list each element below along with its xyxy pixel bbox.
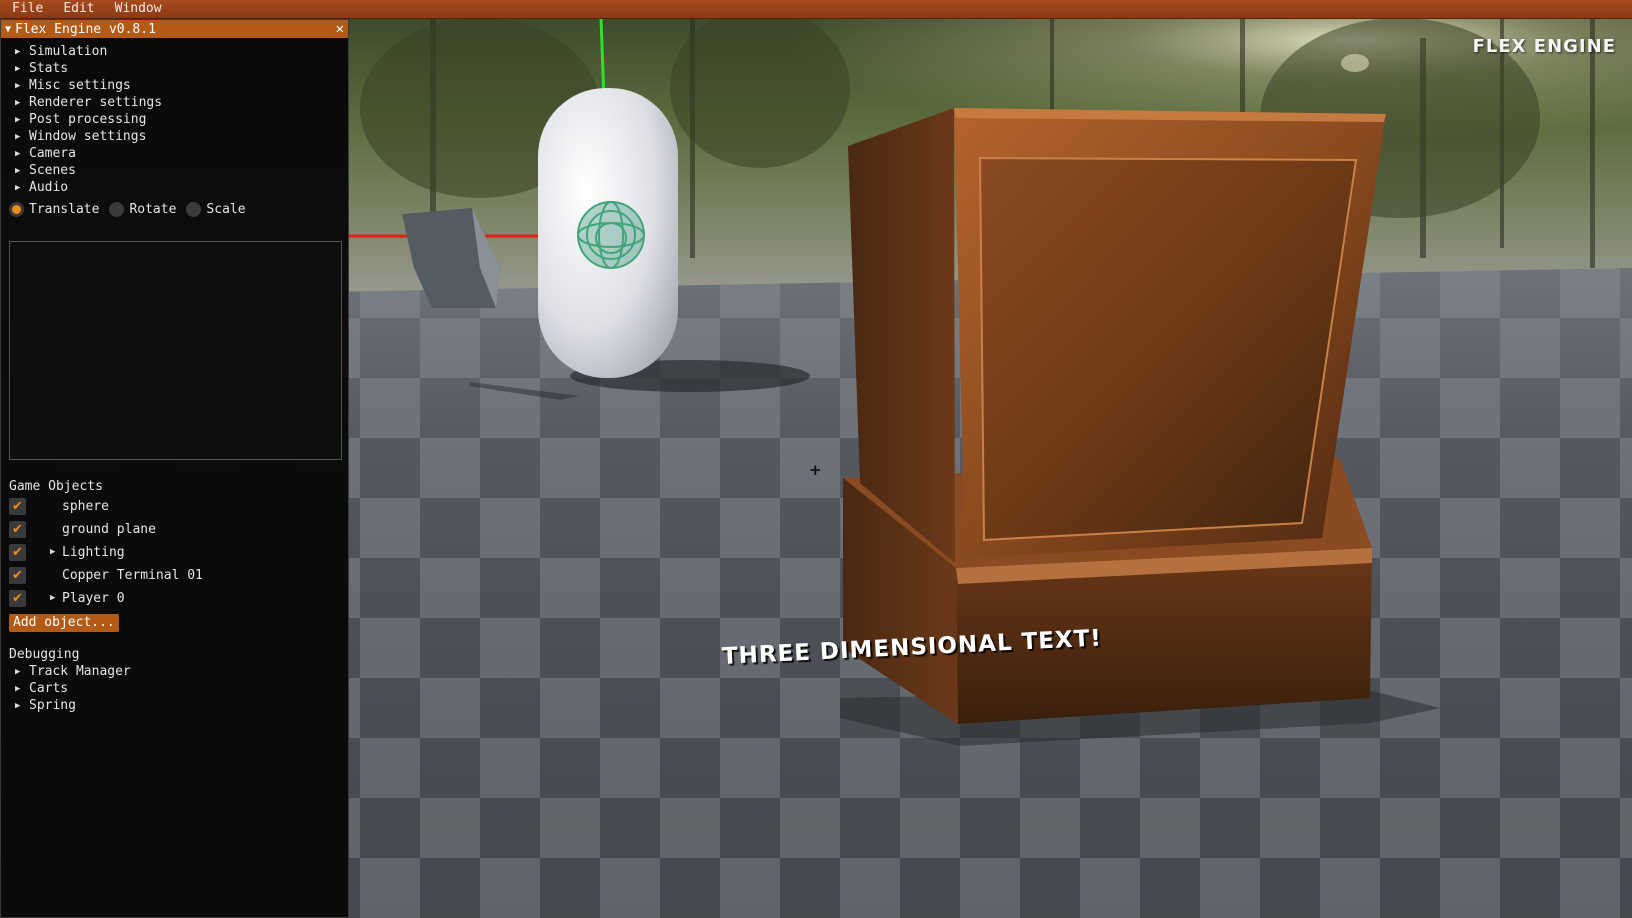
- tree-item-stats[interactable]: ▶ Stats: [15, 61, 68, 76]
- expand-arrow-icon: ▶: [15, 115, 21, 125]
- panel-title: Flex Engine v0.8.1: [15, 21, 156, 37]
- expand-arrow-icon: ▶: [15, 132, 21, 142]
- game-object-name[interactable]: Copper Terminal 01: [62, 568, 203, 583]
- game-object-name[interactable]: sphere: [62, 499, 109, 514]
- expand-arrow-icon: ▶: [15, 98, 21, 108]
- game-object-name[interactable]: Player 0: [62, 591, 125, 606]
- transform-mode-group: Translate Rotate Scale: [9, 202, 256, 217]
- close-icon[interactable]: ✕: [336, 20, 344, 38]
- visibility-checkbox[interactable]: ✔: [9, 589, 26, 607]
- app-window: File Edit Window FLEX ENGINE THREE DIMEN…: [0, 0, 1632, 918]
- menu-bar: File Edit Window: [0, 0, 1632, 19]
- tree-item-scenes[interactable]: ▶ Scenes: [15, 163, 76, 178]
- debugging-heading: Debugging: [9, 647, 80, 662]
- crosshair-icon: +: [809, 461, 822, 479]
- menu-window[interactable]: Window: [103, 0, 170, 18]
- expand-arrow-icon: ▶: [15, 149, 21, 159]
- expand-arrow-icon: ▶: [15, 64, 21, 74]
- tree-item-misc-settings[interactable]: ▶ Misc settings: [15, 78, 131, 93]
- tree-item-camera[interactable]: ▶ Camera: [15, 146, 76, 161]
- expand-arrow-icon: ▶: [15, 81, 21, 91]
- preview-area: [9, 241, 342, 460]
- rotate-radio[interactable]: [109, 202, 125, 217]
- game-object-name[interactable]: ground plane: [62, 522, 156, 537]
- expand-arrow-icon: ▶: [15, 684, 21, 694]
- engine-panel[interactable]: ▼ Flex Engine v0.8.1 ✕ ▶ Simulation ▶ Stat…: [0, 19, 349, 918]
- scale-radio[interactable]: [186, 202, 202, 217]
- menu-file[interactable]: File: [0, 0, 51, 18]
- tree-item-window-settings[interactable]: ▶ Window settings: [15, 129, 146, 144]
- expand-arrow-icon[interactable]: ▶: [50, 593, 62, 603]
- game-objects-heading: Game Objects: [9, 479, 103, 494]
- expand-arrow-icon: ▶: [15, 183, 21, 193]
- visibility-checkbox[interactable]: ✔: [9, 520, 26, 538]
- panel-title-bar[interactable]: ▼ Flex Engine v0.8.1 ✕: [1, 20, 348, 38]
- expand-arrow-icon: ▶: [15, 667, 21, 677]
- engine-logo: FLEX ENGINE: [1472, 36, 1616, 57]
- expand-arrow-icon: ▶: [15, 166, 21, 176]
- scale-label[interactable]: Scale: [206, 202, 245, 217]
- expand-arrow-icon: ▶: [15, 701, 21, 711]
- tree-item-post-processing[interactable]: ▶ Post processing: [15, 112, 146, 127]
- expand-arrow-icon: ▶: [15, 47, 21, 57]
- tree-item-carts[interactable]: ▶ Carts: [15, 681, 68, 696]
- game-object-row: ✔ ▶ Lighting: [9, 542, 125, 562]
- game-object-name[interactable]: Lighting: [62, 545, 125, 560]
- translate-radio[interactable]: [9, 202, 24, 217]
- game-object-row: ✔ sphere: [9, 496, 109, 516]
- tree-item-audio[interactable]: ▶ Audio: [15, 180, 68, 195]
- visibility-checkbox[interactable]: ✔: [9, 566, 26, 584]
- translate-label[interactable]: Translate: [29, 202, 99, 217]
- tree-item-renderer-settings[interactable]: ▶ Renderer settings: [15, 95, 162, 110]
- game-object-row: ✔ ground plane: [9, 519, 156, 539]
- tree-item-spring[interactable]: ▶ Spring: [15, 698, 76, 713]
- visibility-checkbox[interactable]: ✔: [9, 497, 26, 515]
- game-object-row: ✔ ▶ Player 0: [9, 588, 125, 608]
- menu-edit[interactable]: Edit: [51, 0, 102, 18]
- visibility-checkbox[interactable]: ✔: [9, 543, 26, 561]
- expand-arrow-icon[interactable]: ▶: [50, 547, 62, 557]
- add-object-button[interactable]: Add object...: [9, 614, 119, 632]
- rotate-label[interactable]: Rotate: [129, 202, 176, 217]
- collapse-arrow-icon[interactable]: ▼: [5, 24, 11, 35]
- game-object-row: ✔ Copper Terminal 01: [9, 565, 203, 585]
- tree-item-track-manager[interactable]: ▶ Track Manager: [15, 664, 131, 679]
- tree-item-simulation[interactable]: ▶ Simulation: [15, 44, 107, 59]
